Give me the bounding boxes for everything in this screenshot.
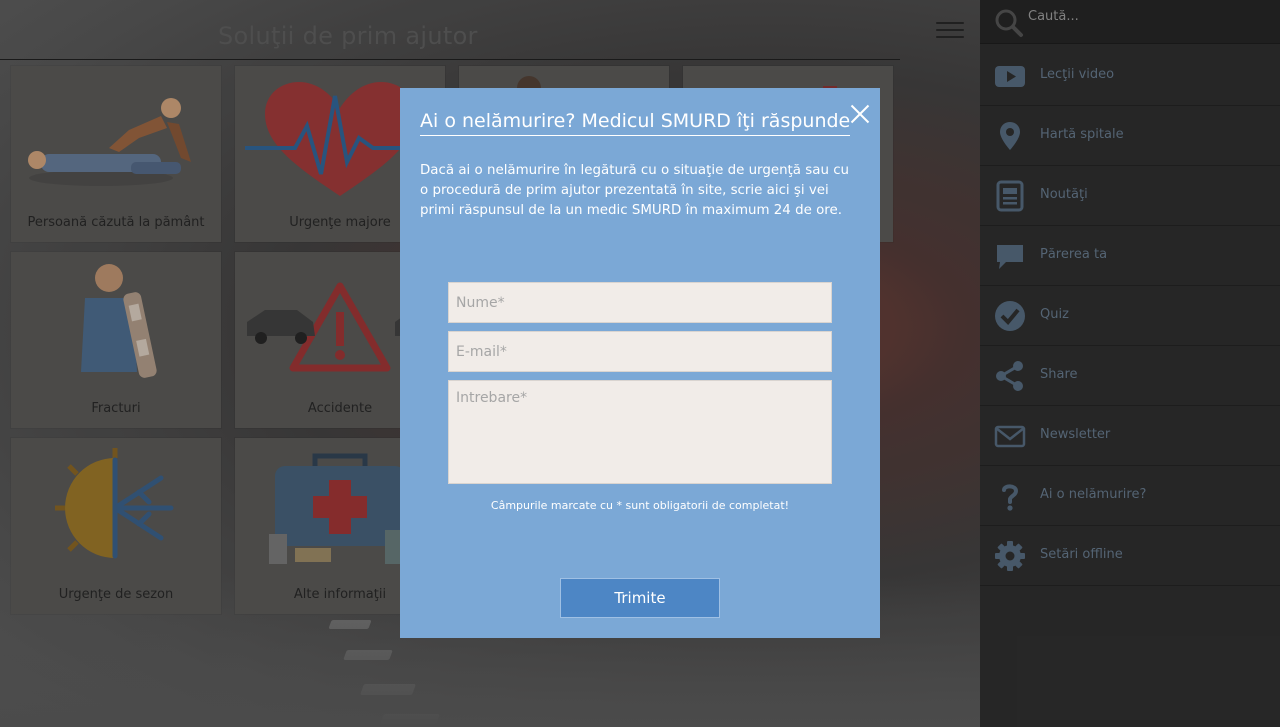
broken-arm-icon (81, 264, 157, 378)
sidebar-menu-list: Lecţii video Hartă spitale Noutăţi Părer… (980, 46, 1280, 586)
app-header: Soluţii de prim ajutor (0, 0, 900, 60)
question-field[interactable] (448, 380, 832, 484)
gear-icon (995, 541, 1025, 571)
sidebar-item-label: Newsletter (1040, 427, 1111, 442)
news-icon (996, 180, 1024, 212)
sidebar-item-label: Ai o nelămurire? (1040, 487, 1147, 502)
modal-description: Dacă ai o nelămurire în legătură cu o si… (420, 163, 850, 218)
modal-title: Ai o nelămurire? Medicul SMURD îţi răspu… (420, 110, 851, 136)
road-marking (343, 650, 393, 660)
cpr-icon (28, 98, 191, 186)
sidebar-item-parerea-ta[interactable]: Părerea ta (980, 226, 1280, 286)
sidebar-item-label: Share (1040, 367, 1078, 382)
required-fields-note: Câmpurile marcate cu * sunt obligatorii … (490, 499, 790, 512)
name-field[interactable] (448, 282, 832, 323)
question-icon (1002, 484, 1019, 511)
sidebar-item-label: Quiz (1040, 307, 1069, 322)
video-icon (995, 66, 1025, 87)
hamburger-menu-icon[interactable] (936, 20, 964, 40)
submit-button[interactable]: Trimite (560, 578, 720, 618)
sidebar-menu: Lecţii video Hartă spitale Noutăţi Părer… (980, 0, 1280, 727)
tile-label: Urgenţe de sezon (58, 587, 174, 602)
search-icon[interactable] (994, 8, 1024, 38)
road-marking (328, 620, 372, 629)
sidebar-item-label: Părerea ta (1040, 247, 1108, 262)
sun-snow-icon (55, 448, 174, 559)
envelope-icon (994, 425, 1026, 448)
tile-urgente-sezon[interactable]: Urgenţe de sezon (11, 438, 221, 614)
tile-label: Fracturi (91, 401, 141, 416)
sidebar-item-share[interactable]: Share (980, 346, 1280, 406)
check-circle-icon (995, 301, 1025, 331)
sidebar-item-setari-offline[interactable]: Setări offline (980, 526, 1280, 586)
road-marking (380, 714, 440, 724)
share-icon (996, 361, 1023, 391)
chat-bubble-icon (997, 245, 1023, 269)
page-title: Soluţii de prim ajutor (218, 22, 478, 50)
sidebar-item-label: Lecţii video (1040, 67, 1115, 82)
sidebar-item-ai-o-nelamurire[interactable]: Ai o nelămurire? (980, 466, 1280, 526)
tile-fracturi[interactable]: Fracturi (11, 252, 221, 428)
sidebar-item-label: Setări offline (1040, 547, 1123, 562)
map-pin-icon (1000, 122, 1020, 150)
sidebar-item-lectii-video[interactable]: Lecţii video (980, 46, 1280, 106)
search-input[interactable] (1028, 4, 1268, 28)
question-modal: Ai o nelămurire? Medicul SMURD îţi răspu… (400, 88, 880, 638)
sidebar-item-quiz[interactable]: Quiz (980, 286, 1280, 346)
tile-persoana-cazuta[interactable]: Persoană căzută la pământ (11, 66, 221, 242)
sidebar-item-label: Noutăţi (1040, 187, 1088, 202)
road-marking (359, 684, 417, 695)
email-field[interactable] (448, 331, 832, 372)
close-icon[interactable] (850, 104, 870, 124)
sidebar-item-noutati[interactable]: Noutăţi (980, 166, 1280, 226)
sidebar-item-label: Hartă spitale (1040, 127, 1124, 142)
sidebar-item-newsletter[interactable]: Newsletter (980, 406, 1280, 466)
tile-label: Persoană căzută la pământ (27, 215, 205, 230)
sidebar-item-harta-spitale[interactable]: Hartă spitale (980, 106, 1280, 166)
search-bar (980, 0, 1280, 44)
